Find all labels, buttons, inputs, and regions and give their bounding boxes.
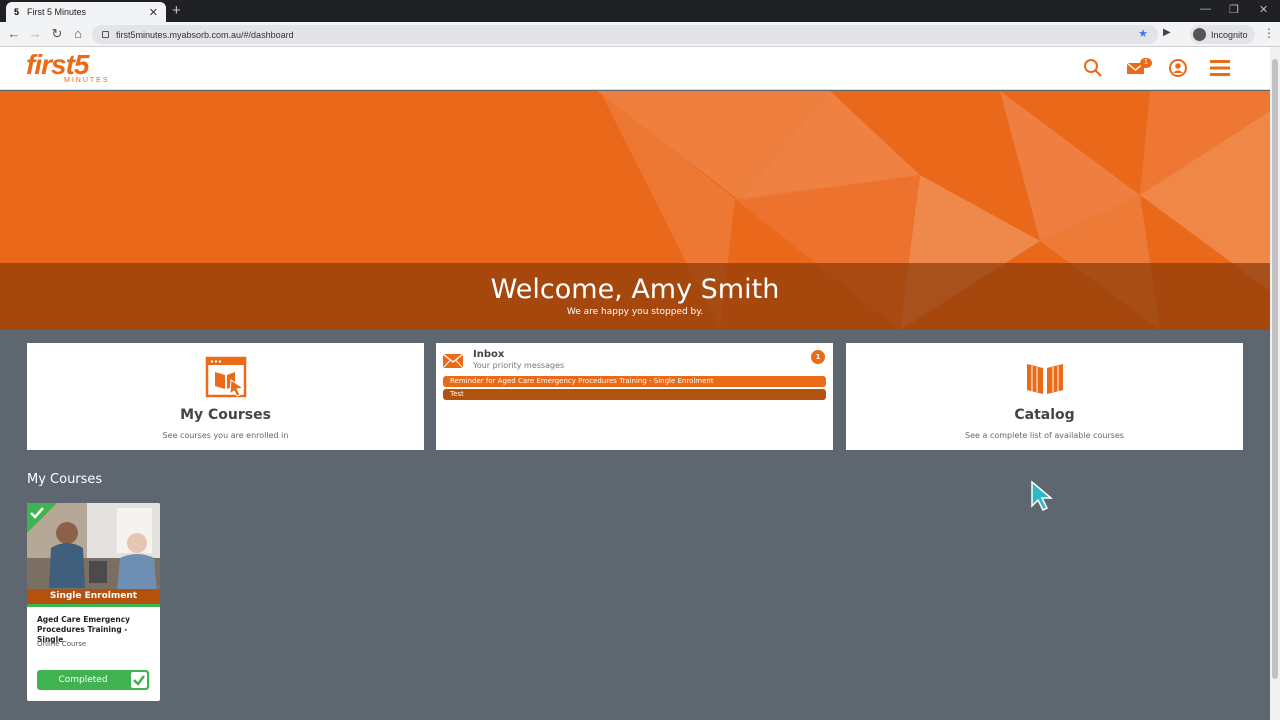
tab-close-icon[interactable]: ✕ — [149, 6, 158, 19]
welcome-banner: Welcome, Amy Smith We are happy you stop… — [0, 91, 1270, 330]
restore-icon[interactable]: ❐ — [1229, 3, 1239, 16]
window-close-icon[interactable]: ✕ — [1259, 3, 1268, 16]
course-type: Online Course — [37, 640, 87, 648]
tile-my-courses-desc: See courses you are enrolled in — [162, 431, 289, 440]
inbox-badge: 1 — [811, 350, 825, 364]
home-icon[interactable]: ⌂ — [70, 26, 86, 41]
bookmark-star-icon[interactable]: ★ — [1138, 27, 1148, 40]
inbox-message[interactable]: Test — [443, 389, 826, 400]
page-scrollbar[interactable] — [1270, 47, 1280, 720]
tile-my-courses[interactable]: My Courses See courses you are enrolled … — [27, 343, 424, 450]
logo-main-text: first5 — [26, 49, 89, 80]
tab-title: First 5 Minutes — [27, 7, 87, 17]
favicon-icon: 5 — [14, 7, 20, 17]
corner-check-icon — [30, 507, 44, 519]
site-header: first5 MINUTES — [0, 47, 1270, 90]
mouse-cursor-icon — [1031, 480, 1054, 512]
incognito-label: Incognito — [1211, 29, 1248, 40]
scrollbar-thumb[interactable] — [1272, 59, 1278, 679]
check-icon — [131, 672, 147, 688]
courses-icon — [205, 356, 246, 398]
address-bar[interactable]: first5minutes.myabsorb.com.au/#/dashboar… — [92, 25, 1158, 44]
browser-tab[interactable]: 5 First 5 Minutes ✕ — [6, 2, 166, 22]
browser-menu-icon[interactable]: ⋮ — [1263, 26, 1275, 40]
browser-toolbar: ← → ↻ ⌂ first5minutes.myabsorb.com.au/#/… — [0, 22, 1280, 47]
course-progress-bar — [27, 604, 160, 607]
tile-my-courses-title: My Courses — [180, 407, 271, 423]
site-logo[interactable]: first5 MINUTES — [26, 49, 108, 88]
search-icon[interactable] — [1082, 57, 1104, 79]
inbox-title: Inbox — [473, 349, 505, 360]
inbox-mail-icon — [443, 354, 463, 368]
reload-icon[interactable]: ↻ — [49, 26, 65, 42]
browser-tabbar: 5 First 5 Minutes ✕ + — ❐ ✕ — [0, 0, 1280, 22]
catalog-book-icon — [1026, 364, 1063, 394]
course-card[interactable]: Single Enrolment Aged Care Emergency Pro… — [27, 503, 160, 701]
inbox-subtitle: Your priority messages — [473, 361, 565, 370]
forward-icon[interactable]: → — [27, 26, 43, 41]
tile-catalog[interactable]: Catalog See a complete list of available… — [846, 343, 1243, 450]
welcome-subtitle: We are happy you stopped by. — [566, 307, 704, 317]
minimize-icon[interactable]: — — [1200, 3, 1211, 15]
back-icon[interactable]: ← — [6, 26, 22, 41]
completed-button[interactable]: Completed — [37, 670, 149, 690]
tile-catalog-desc: See a complete list of available courses — [965, 431, 1124, 440]
tile-catalog-title: Catalog — [1014, 407, 1075, 423]
menu-icon[interactable] — [1209, 57, 1231, 79]
user-icon[interactable] — [1167, 57, 1189, 79]
tile-inbox[interactable]: Inbox Your priority messages 1 Reminder … — [436, 343, 833, 450]
lock-icon — [102, 31, 109, 38]
my-courses-heading: My Courses — [27, 472, 103, 487]
course-enrolment-label: Single Enrolment — [27, 589, 160, 604]
incognito-icon — [1193, 28, 1206, 41]
mail-badge: 1 — [1140, 58, 1152, 68]
incognito-indicator[interactable]: Incognito — [1190, 25, 1255, 44]
cast-icon[interactable]: ▶ — [1163, 27, 1171, 38]
logo-sub-text: MINUTES — [64, 77, 110, 84]
welcome-title: Welcome, Amy Smith — [490, 274, 780, 305]
url-text: first5minutes.myabsorb.com.au/#/dashboar… — [116, 29, 294, 40]
inbox-message[interactable]: Reminder for Aged Care Emergency Procedu… — [443, 376, 826, 387]
new-tab-icon[interactable]: + — [172, 2, 181, 19]
completed-label: Completed — [58, 675, 108, 685]
